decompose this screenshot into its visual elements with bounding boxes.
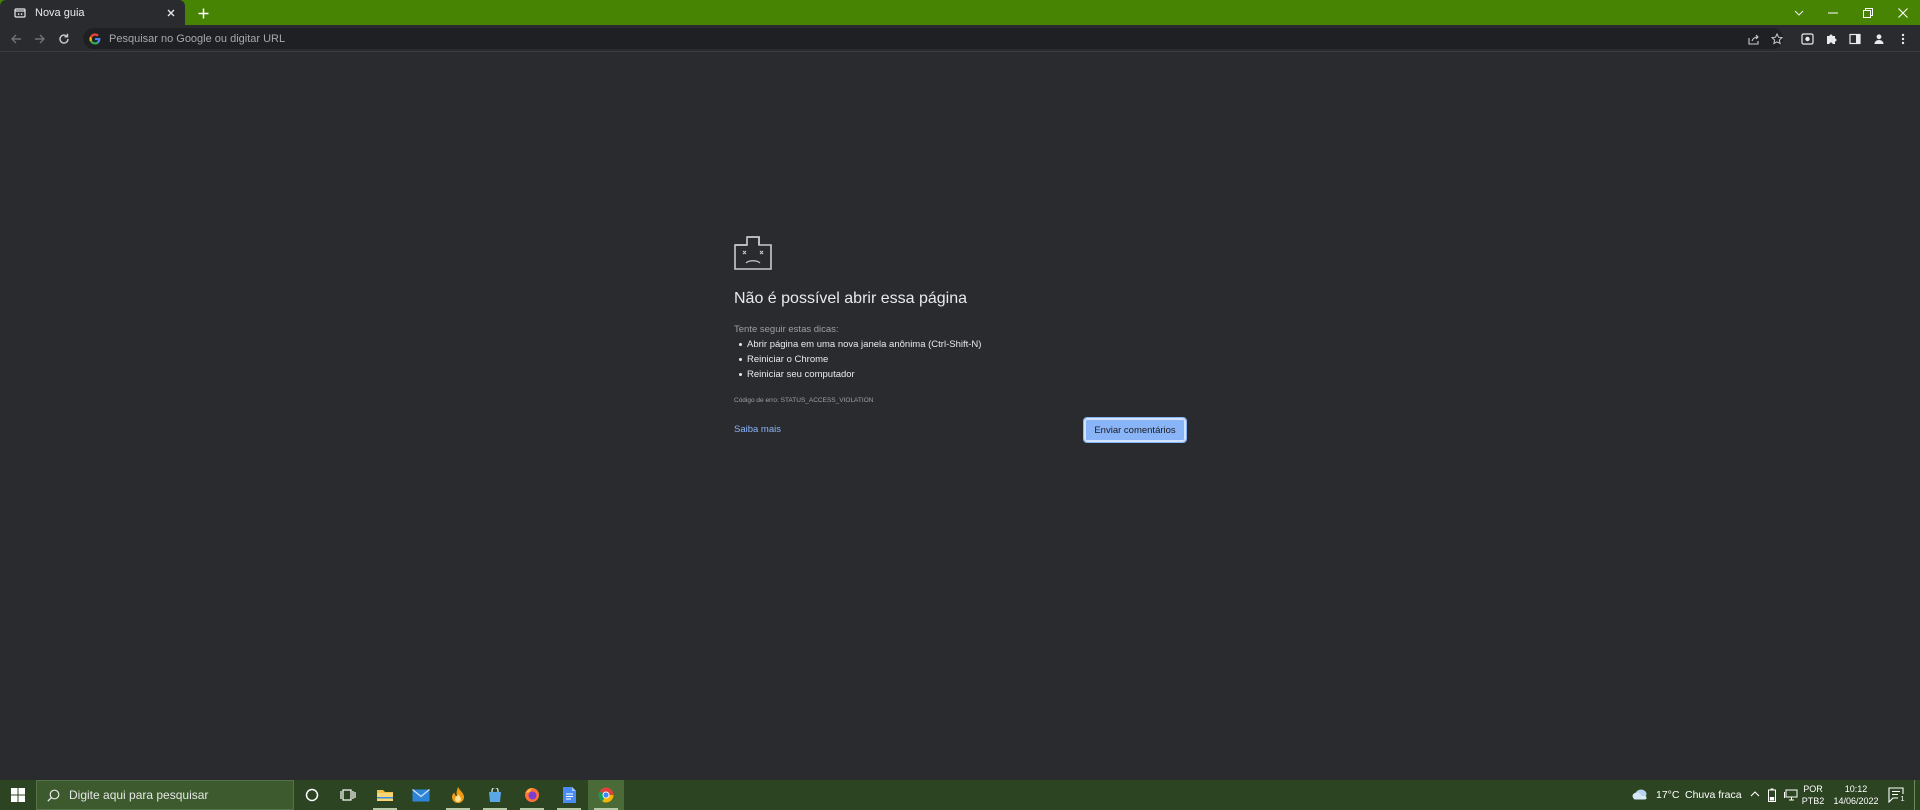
windows-logo-icon	[11, 788, 25, 802]
keyboard-layout: PTB2	[1801, 796, 1825, 806]
tab-title: Nova guia	[35, 6, 85, 19]
chrome-button[interactable]	[588, 780, 624, 810]
chevron-down-icon	[1794, 10, 1804, 16]
mail-button[interactable]	[403, 780, 439, 810]
battery-icon[interactable]	[1768, 788, 1776, 802]
extensions-button[interactable]	[1821, 29, 1841, 49]
send-feedback-button[interactable]: Enviar comentários	[1083, 417, 1187, 443]
flame-app-button[interactable]	[440, 780, 476, 810]
search-icon	[47, 789, 60, 802]
tab-strip: Nova guia	[0, 0, 1920, 25]
tab-search-button[interactable]	[1782, 0, 1816, 25]
forward-button[interactable]	[30, 29, 50, 49]
share-icon	[1748, 34, 1759, 45]
taskbar-search[interactable]	[36, 780, 294, 810]
weather-desc[interactable]: Chuva fraca	[1685, 789, 1742, 801]
learn-more-link[interactable]: Saiba mais	[734, 424, 781, 435]
mail-icon	[412, 788, 430, 801]
minimize-button[interactable]	[1816, 0, 1850, 25]
profile-button[interactable]	[1869, 29, 1889, 49]
error-actions: Saiba mais Enviar comentários	[734, 417, 1187, 443]
notification-count: 1	[1898, 794, 1907, 803]
screen: Nova guia Pesquisar no Google ou digitar…	[0, 0, 1920, 810]
weather-temp[interactable]: 17°C	[1656, 789, 1679, 801]
taskbar-search-input[interactable]	[69, 788, 289, 802]
kebab-menu-icon	[1901, 33, 1905, 45]
error-title: Não é possível abrir essa página	[734, 290, 968, 307]
firefox-icon	[525, 788, 539, 802]
bookmark-button[interactable]	[1768, 30, 1786, 48]
share-button[interactable]	[1745, 30, 1763, 48]
person-icon	[1874, 34, 1884, 44]
tips-label: Tente seguir estas dicas:	[734, 324, 839, 335]
back-button[interactable]	[6, 29, 26, 49]
side-panel-button[interactable]	[1845, 29, 1865, 49]
google-g-icon	[89, 32, 101, 45]
reload-button[interactable]	[54, 29, 74, 49]
close-window-button[interactable]	[1886, 0, 1920, 25]
input-language[interactable]: POR PTB2	[1800, 783, 1826, 807]
list-item: Reiniciar seu computador	[734, 367, 1186, 382]
restore-icon	[1863, 7, 1873, 18]
minimize-icon	[1828, 12, 1838, 13]
docs-icon	[562, 787, 576, 803]
new-tab-page-icon	[14, 7, 26, 19]
star-icon	[1771, 33, 1783, 45]
sad-tab-icon	[734, 236, 772, 270]
screenshot-extension-button[interactable]	[1797, 29, 1817, 49]
chrome-icon	[598, 787, 614, 803]
tab-close-icon[interactable]	[163, 5, 179, 21]
weather-cloud-icon[interactable]	[1632, 788, 1648, 801]
list-item: Reiniciar o Chrome	[734, 352, 1186, 367]
store-button[interactable]	[477, 780, 513, 810]
clock[interactable]: 10:12 14/06/2022	[1830, 783, 1882, 807]
network-icon[interactable]	[1784, 789, 1798, 801]
clock-date: 14/06/2022	[1833, 796, 1879, 806]
docs-button[interactable]	[551, 780, 587, 810]
restore-button[interactable]	[1851, 0, 1885, 25]
browser-toolbar	[0, 25, 1920, 52]
windows-taskbar: 17°C Chuva fraca POR PTB2 10:12 14/06/20…	[0, 780, 1920, 810]
clock-time: 10:12	[1844, 784, 1868, 794]
chevron-up-icon[interactable]	[1750, 791, 1760, 797]
flame-app-icon	[452, 787, 464, 803]
tab-nova-guia[interactable]: Nova guia	[0, 0, 185, 25]
firefox-button[interactable]	[514, 780, 550, 810]
close-icon	[1898, 7, 1908, 18]
arrow-left-icon	[11, 34, 21, 44]
reload-icon	[59, 33, 69, 44]
side-panel-icon	[1849, 33, 1861, 45]
new-tab-button[interactable]	[194, 4, 212, 22]
capture-icon	[1800, 33, 1814, 45]
arrow-right-icon	[35, 34, 45, 44]
file-explorer-button[interactable]	[367, 780, 403, 810]
omnibox-input[interactable]	[109, 32, 1709, 45]
show-desktop-button[interactable]	[1914, 780, 1915, 810]
language-code: POR	[1803, 784, 1823, 794]
cortana-button[interactable]	[294, 780, 330, 810]
error-code: Código de erro: STATUS_ACCESS_VIOLATION	[734, 397, 874, 404]
store-icon	[489, 787, 501, 802]
cortana-icon	[305, 788, 319, 802]
task-view-icon	[340, 789, 356, 801]
puzzle-icon	[1827, 34, 1837, 44]
menu-button[interactable]	[1893, 29, 1913, 49]
task-view-button[interactable]	[330, 780, 366, 810]
start-button[interactable]	[0, 780, 36, 810]
plus-icon	[198, 8, 208, 18]
list-item: Abrir página em uma nova janela anônima …	[734, 337, 1186, 352]
tips-list: Abrir página em uma nova janela anônima …	[734, 337, 1186, 382]
file-explorer-icon	[377, 790, 393, 801]
action-center-button[interactable]: 1	[1886, 785, 1908, 805]
omnibox[interactable]	[83, 28, 1783, 49]
error-page: Não é possível abrir essa página Tente s…	[734, 236, 1187, 443]
